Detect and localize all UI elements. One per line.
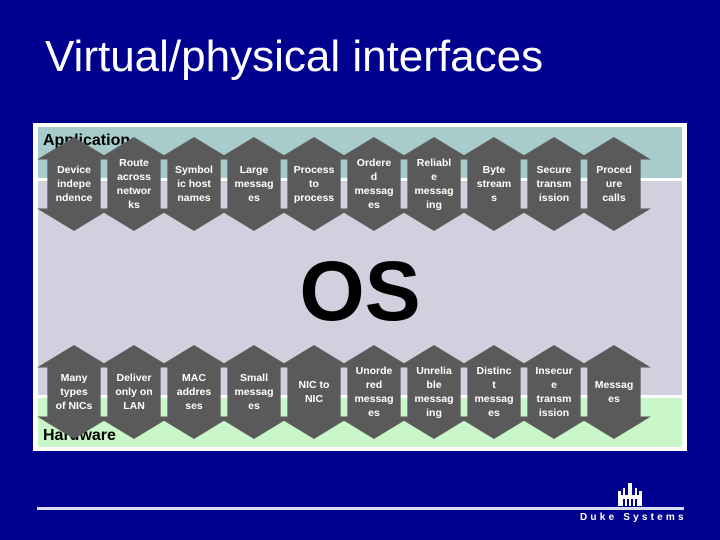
- arrow-label: Unorde red messag es: [354, 365, 394, 419]
- arrow-label: NIC to NIC: [298, 379, 330, 405]
- arrow-label: Secure transm ission: [536, 164, 572, 204]
- arrow-label: Small messag es: [234, 372, 274, 412]
- arrow-label: Proced ure calls: [596, 164, 632, 204]
- brand-text: Duke Systems: [580, 512, 687, 523]
- arrow-label: Reliabl e messag ing: [414, 157, 454, 211]
- arrow-label: Many types of NICs: [55, 372, 93, 412]
- arrow-label: Unrelia ble messag ing: [414, 365, 454, 419]
- arrow-label: Large messag es: [234, 164, 274, 204]
- arrow-label: Insecur e transm ission: [535, 365, 573, 419]
- arrow-label: Byte stream s: [476, 164, 512, 204]
- arrow-label: Distinc t messag es: [474, 365, 514, 419]
- footer-divider: [37, 507, 684, 510]
- arrow-label: Deliver only on LAN: [115, 372, 153, 412]
- interface-diagram: Application Hardware OS Device indepe nd…: [33, 123, 687, 451]
- arrow-label: Ordere d messag es: [354, 157, 394, 211]
- arrow-label: Device indepe ndence: [55, 164, 93, 204]
- arrow-label: Route across networ ks: [116, 157, 152, 211]
- arrow-label: Symbol ic host names: [175, 164, 213, 204]
- arrow-label: Process to process: [293, 164, 335, 204]
- slide-title: Virtual/physical interfaces: [45, 32, 544, 81]
- duke-chapel-icon: [618, 483, 642, 506]
- arrow-label: MAC addres ses: [176, 372, 212, 412]
- os-label: OS: [299, 244, 421, 338]
- arrow-label: Messag es: [594, 379, 634, 405]
